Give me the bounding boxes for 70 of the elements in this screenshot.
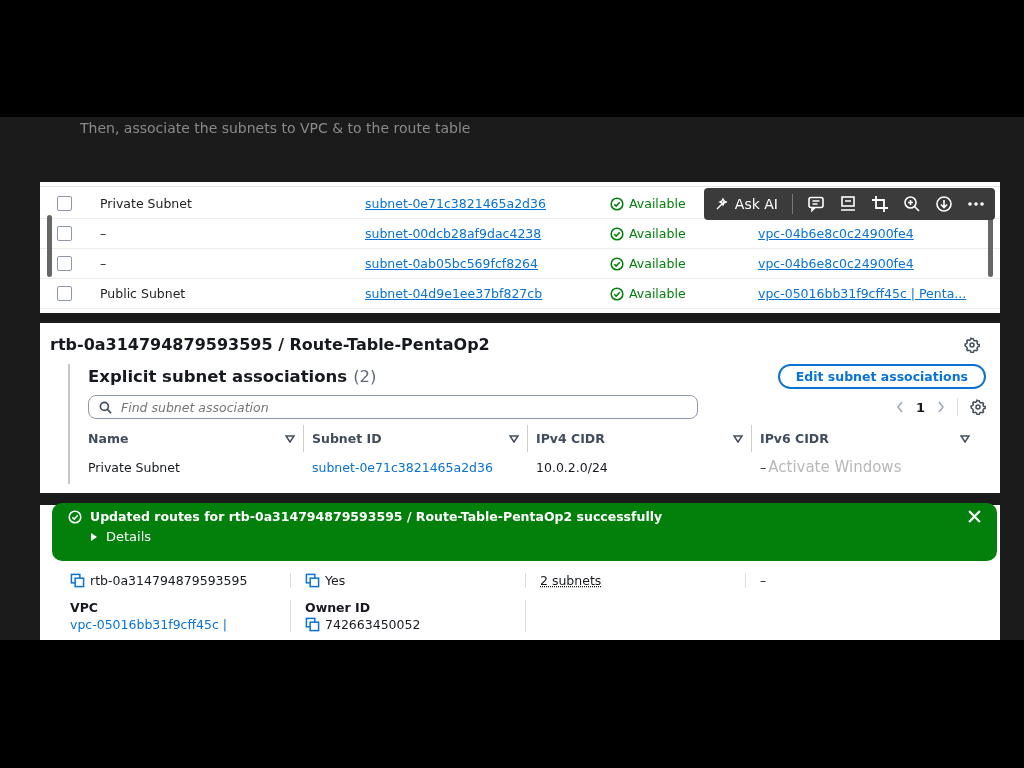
field-label: VPC — [70, 600, 99, 615]
crop-icon[interactable] — [871, 195, 889, 213]
vpc-link[interactable]: vpc-04b6e8c0c24900fe4 — [758, 226, 914, 241]
field-link[interactable]: vpc-05016bb31f9cff45c | — [70, 617, 228, 632]
status-text: Available — [629, 286, 686, 301]
check-circle-icon — [610, 286, 624, 301]
ask-ai-button[interactable]: Ask AI — [713, 196, 778, 212]
check-circle-icon — [610, 226, 624, 241]
subnet-link[interactable]: subnet-0e71c3821465a2d36 — [365, 196, 610, 211]
settings-icon[interactable] — [964, 336, 980, 353]
table-cell-text: – — [100, 226, 108, 241]
table-cell-text: Private Subnet — [100, 196, 193, 211]
column-header[interactable]: Name — [88, 431, 129, 446]
banner-message: Updated routes for rtb-0a314794879593595 / Route-Table-PentaOp2 successfully — [90, 509, 663, 524]
vpc-link[interactable]: vpc-04b6e8c0c24900fe4 — [758, 256, 914, 271]
sort-caret-icon[interactable] — [733, 434, 743, 443]
table-cell-text: Private Subnet — [88, 460, 181, 476]
status-text: Available — [629, 256, 686, 271]
sort-caret-icon[interactable] — [285, 434, 295, 443]
table-cell-text: 10.0.2.0/24 — [536, 460, 609, 476]
zoom-in-icon[interactable] — [903, 195, 921, 213]
count-text: (2) — [353, 367, 377, 386]
page-number[interactable]: 1 — [915, 399, 925, 415]
subnet-link[interactable]: subnet-04d9e1ee37bf827cb — [365, 286, 610, 301]
check-circle-icon — [610, 256, 624, 271]
subnet-link[interactable]: subnet-00dcb28af9dac4238 — [365, 226, 610, 241]
details-toggle[interactable]: Details — [90, 529, 152, 544]
monitor-icon[interactable] — [839, 195, 857, 213]
status-text: Available — [629, 226, 686, 241]
field-value: Yes — [325, 573, 346, 588]
column-header[interactable]: IPv6 CIDR — [760, 431, 829, 446]
copy-icon[interactable] — [70, 573, 85, 588]
row-checkbox[interactable] — [57, 256, 72, 271]
column-header[interactable]: IPv4 CIDR — [536, 431, 605, 446]
table-cell: – — [760, 460, 767, 476]
scrollbar[interactable] — [47, 215, 52, 277]
row-checkbox[interactable] — [57, 286, 72, 301]
caption-text: Then, associate the subnets to VPC & to the route table — [80, 120, 472, 138]
close-icon[interactable] — [968, 510, 981, 523]
subnet-link[interactable]: subnet-0e71c3821465a2d36 — [312, 460, 493, 475]
section-title: Explicit subnet associations — [88, 367, 348, 386]
field-link[interactable]: 2 subnets — [540, 573, 602, 588]
route-table-title: rtb-0a314794879593595 / Route-Table-PentaOp2 — [50, 335, 491, 354]
row-checkbox[interactable] — [57, 196, 72, 211]
status-text: Available — [629, 196, 686, 211]
sort-caret-icon[interactable] — [509, 434, 519, 443]
table-cell-text: Public Subnet — [100, 286, 187, 301]
comment-icon[interactable] — [807, 195, 825, 213]
edit-associations-button[interactable]: Edit subnet associations — [777, 364, 986, 389]
field-value: rtb-0a314794879593595 — [90, 573, 248, 588]
search-field[interactable]: Find subnet association — [88, 395, 698, 419]
search-icon — [99, 401, 112, 414]
field-value: – — [760, 573, 767, 588]
expand-caret-icon — [90, 532, 98, 541]
row-checkbox[interactable] — [57, 226, 72, 241]
vpc-link[interactable]: vpc-05016bb31f9cff45c | Penta... — [758, 286, 967, 301]
download-icon[interactable] — [935, 195, 953, 213]
field-label: Owner ID — [305, 600, 372, 615]
copy-icon[interactable] — [305, 617, 320, 632]
field-value: 742663450052 — [325, 617, 421, 632]
settings-icon[interactable] — [970, 399, 986, 415]
activation-notice: Activate Windows — [768, 458, 902, 476]
sort-caret-icon[interactable] — [960, 434, 970, 443]
success-icon — [68, 509, 82, 524]
check-circle-icon — [610, 196, 624, 211]
copy-icon[interactable] — [305, 573, 320, 588]
more-icon[interactable] — [967, 201, 985, 207]
subnet-link[interactable]: subnet-0ab05bc569fcf8264 — [365, 256, 610, 271]
column-header[interactable]: Subnet ID — [312, 431, 382, 446]
table-cell-text: – — [100, 256, 108, 271]
